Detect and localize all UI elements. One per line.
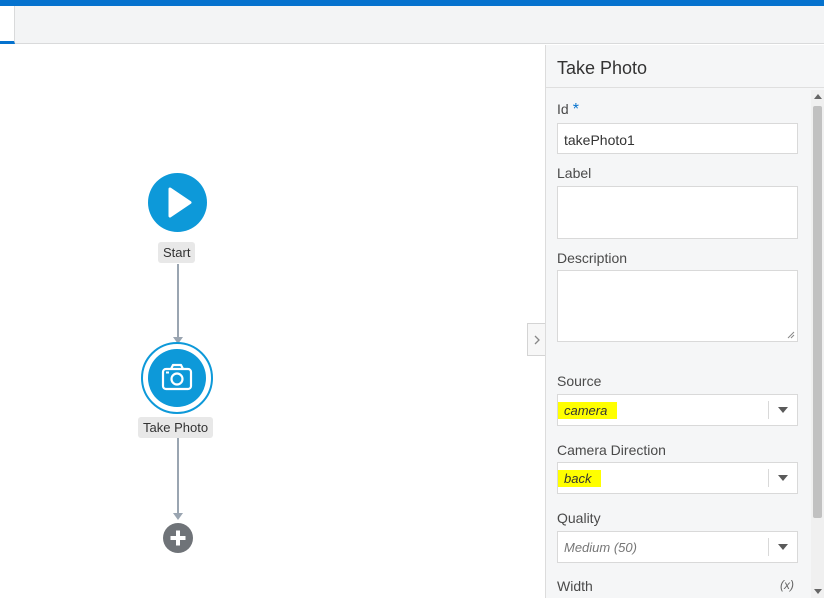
chevron-down-icon[interactable]: [778, 407, 788, 413]
scroll-down-icon[interactable]: [814, 589, 822, 594]
camera-icon: [161, 363, 193, 391]
collapse-panel-handle[interactable]: [527, 323, 545, 356]
select-divider: [768, 538, 769, 556]
quality-select[interactable]: Medium (50): [557, 531, 798, 563]
quality-field-label: Quality: [557, 510, 601, 526]
panel-scrollbar[interactable]: [811, 90, 824, 598]
description-textarea[interactable]: [557, 270, 798, 342]
expression-toggle[interactable]: (x): [780, 578, 794, 592]
width-field-label: Width: [557, 578, 593, 594]
panel-header: Take Photo: [546, 45, 824, 88]
resize-grip-icon[interactable]: [787, 331, 795, 339]
connector-line: [177, 438, 179, 516]
id-label-text: Id: [557, 101, 569, 117]
scroll-thumb[interactable]: [813, 106, 822, 518]
take-photo-node-label[interactable]: Take Photo: [138, 417, 214, 438]
chevron-down-icon[interactable]: [778, 475, 788, 481]
label-field-label: Label: [557, 165, 592, 181]
tab-active[interactable]: [0, 6, 15, 44]
add-node-button[interactable]: [163, 523, 193, 553]
label-input[interactable]: [557, 186, 798, 239]
chevron-down-icon[interactable]: [778, 544, 788, 550]
properties-panel: Take Photo Id * takePhoto1 Label Descript…: [545, 45, 824, 598]
scroll-up-icon[interactable]: [814, 94, 822, 99]
select-divider: [768, 401, 769, 419]
source-value-highlight: camera: [558, 402, 618, 419]
start-node[interactable]: [148, 173, 207, 232]
panel-title: Take Photo: [557, 58, 648, 78]
camera-direction-field-label: Camera Direction: [557, 442, 666, 458]
source-select-value: camera: [558, 402, 618, 419]
camera-direction-value-highlight: back: [558, 470, 602, 487]
camera-direction-select[interactable]: back: [557, 462, 798, 494]
required-marker: *: [572, 101, 579, 118]
quality-select-value: Medium (50): [564, 540, 637, 555]
start-node-label[interactable]: Start: [158, 242, 196, 263]
source-field-label: Source: [557, 373, 602, 389]
camera-direction-select-value: back: [558, 470, 602, 487]
flow-canvas[interactable]: Start Take Photo: [0, 45, 545, 598]
plus-icon: [170, 530, 186, 546]
play-icon: [168, 187, 192, 218]
connector-arrow: [173, 513, 183, 520]
id-input[interactable]: takePhoto1: [557, 123, 798, 154]
id-label: Id *: [557, 101, 579, 119]
take-photo-node-circle: [148, 349, 206, 407]
tab-strip: [0, 6, 824, 44]
take-photo-node[interactable]: [141, 342, 213, 414]
id-input-value: takePhoto1: [564, 132, 635, 148]
connector-line: [177, 264, 179, 340]
description-field-label: Description: [557, 250, 628, 266]
chevron-right-icon: [534, 335, 540, 344]
source-select[interactable]: camera: [557, 394, 798, 426]
select-divider: [768, 469, 769, 487]
